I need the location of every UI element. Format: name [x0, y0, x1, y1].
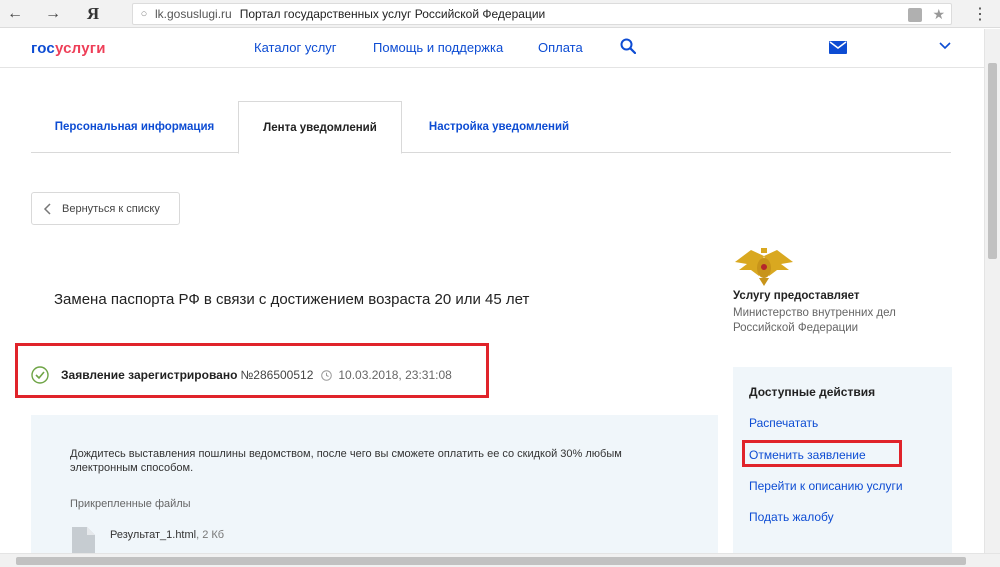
attached-files-label: Прикрепленные файлы: [70, 498, 191, 510]
nav-help-link[interactable]: Помощь и поддержка: [373, 40, 503, 55]
browser-toolbar: ← → Я ○ lk.gosuslugi.ru Портал государст…: [0, 0, 1000, 28]
lock-icon: ○: [140, 8, 148, 20]
clock-icon: [321, 369, 333, 381]
tab-notification-settings[interactable]: Настройка уведомлений: [402, 101, 596, 153]
lock-badge-icon[interactable]: [908, 8, 923, 22]
back-arrow-icon[interactable]: ←: [0, 0, 30, 28]
status-text: Заявление зарегистрировано: [61, 368, 238, 382]
back-to-list-label: Вернуться к списку: [62, 202, 160, 215]
gosuslugi-logo[interactable]: госуслуги: [31, 40, 106, 57]
info-message: Дождитесь выставления пошлины ведомством…: [70, 448, 622, 474]
info-panel: Дождитесь выставления пошлины ведомством…: [31, 415, 718, 553]
vertical-scrollbar-thumb[interactable]: [988, 63, 997, 259]
bookmark-star-icon[interactable]: ★: [932, 6, 945, 23]
status-row: Заявление зарегистрировано №286500512 10…: [31, 366, 452, 384]
mail-icon[interactable]: [829, 41, 847, 54]
yandex-logo-icon[interactable]: Я: [78, 0, 108, 28]
service-description-link[interactable]: Перейти к описанию услуги: [749, 479, 903, 493]
forward-arrow-icon[interactable]: →: [38, 0, 68, 28]
tab-personal-info[interactable]: Персональная информация: [31, 101, 238, 153]
cancel-highlight-box: [742, 440, 902, 467]
chevron-down-icon[interactable]: [939, 42, 951, 50]
browser-menu-icon[interactable]: ⋮: [972, 4, 988, 24]
address-bar[interactable]: ○ lk.gosuslugi.ru Портал государственных…: [132, 3, 952, 25]
file-name: Результат_1.html: [110, 529, 197, 541]
actions-title: Доступные действия: [749, 385, 876, 399]
back-to-list-button[interactable]: Вернуться к списку: [31, 192, 180, 225]
tab-notifications-feed[interactable]: Лента уведомлений: [238, 101, 402, 154]
file-size: , 2 Кб: [196, 529, 225, 541]
status-datetime: 10.03.2018, 23:31:08: [338, 368, 452, 382]
application-number: №286500512: [240, 368, 314, 382]
print-link[interactable]: Распечатать: [749, 416, 818, 430]
tabs-bar: Персональная информация Лента уведомлени…: [31, 101, 951, 154]
service-title: Замена паспорта РФ в связи с достижением…: [54, 291, 530, 308]
attached-file-link[interactable]: Результат_1.html, 2 Кб: [110, 529, 224, 541]
horizontal-scrollbar[interactable]: [0, 553, 1000, 567]
provider-name: Министерство внутренних дел Российской Ф…: [733, 307, 896, 334]
check-circle-icon: [31, 366, 49, 384]
file-complaint-link[interactable]: Подать жалобу: [749, 510, 834, 524]
address-domain: lk.gosuslugi.ru: [155, 7, 232, 21]
vertical-scrollbar[interactable]: [984, 29, 1000, 553]
site-header: госуслуги Каталог услуг Помощь и поддерж…: [0, 29, 984, 68]
file-icon[interactable]: [70, 527, 95, 553]
nav-payment-link[interactable]: Оплата: [538, 40, 583, 55]
mvd-emblem-icon: [735, 248, 793, 286]
horizontal-scrollbar-thumb[interactable]: [16, 557, 966, 565]
provider-label: Услугу предоставляет: [733, 290, 860, 302]
search-icon[interactable]: [620, 38, 636, 54]
nav-catalog-link[interactable]: Каталог услуг: [254, 40, 337, 55]
chevron-left-icon: [32, 202, 62, 215]
address-page-title: Портал государственных услуг Российской …: [239, 7, 546, 21]
